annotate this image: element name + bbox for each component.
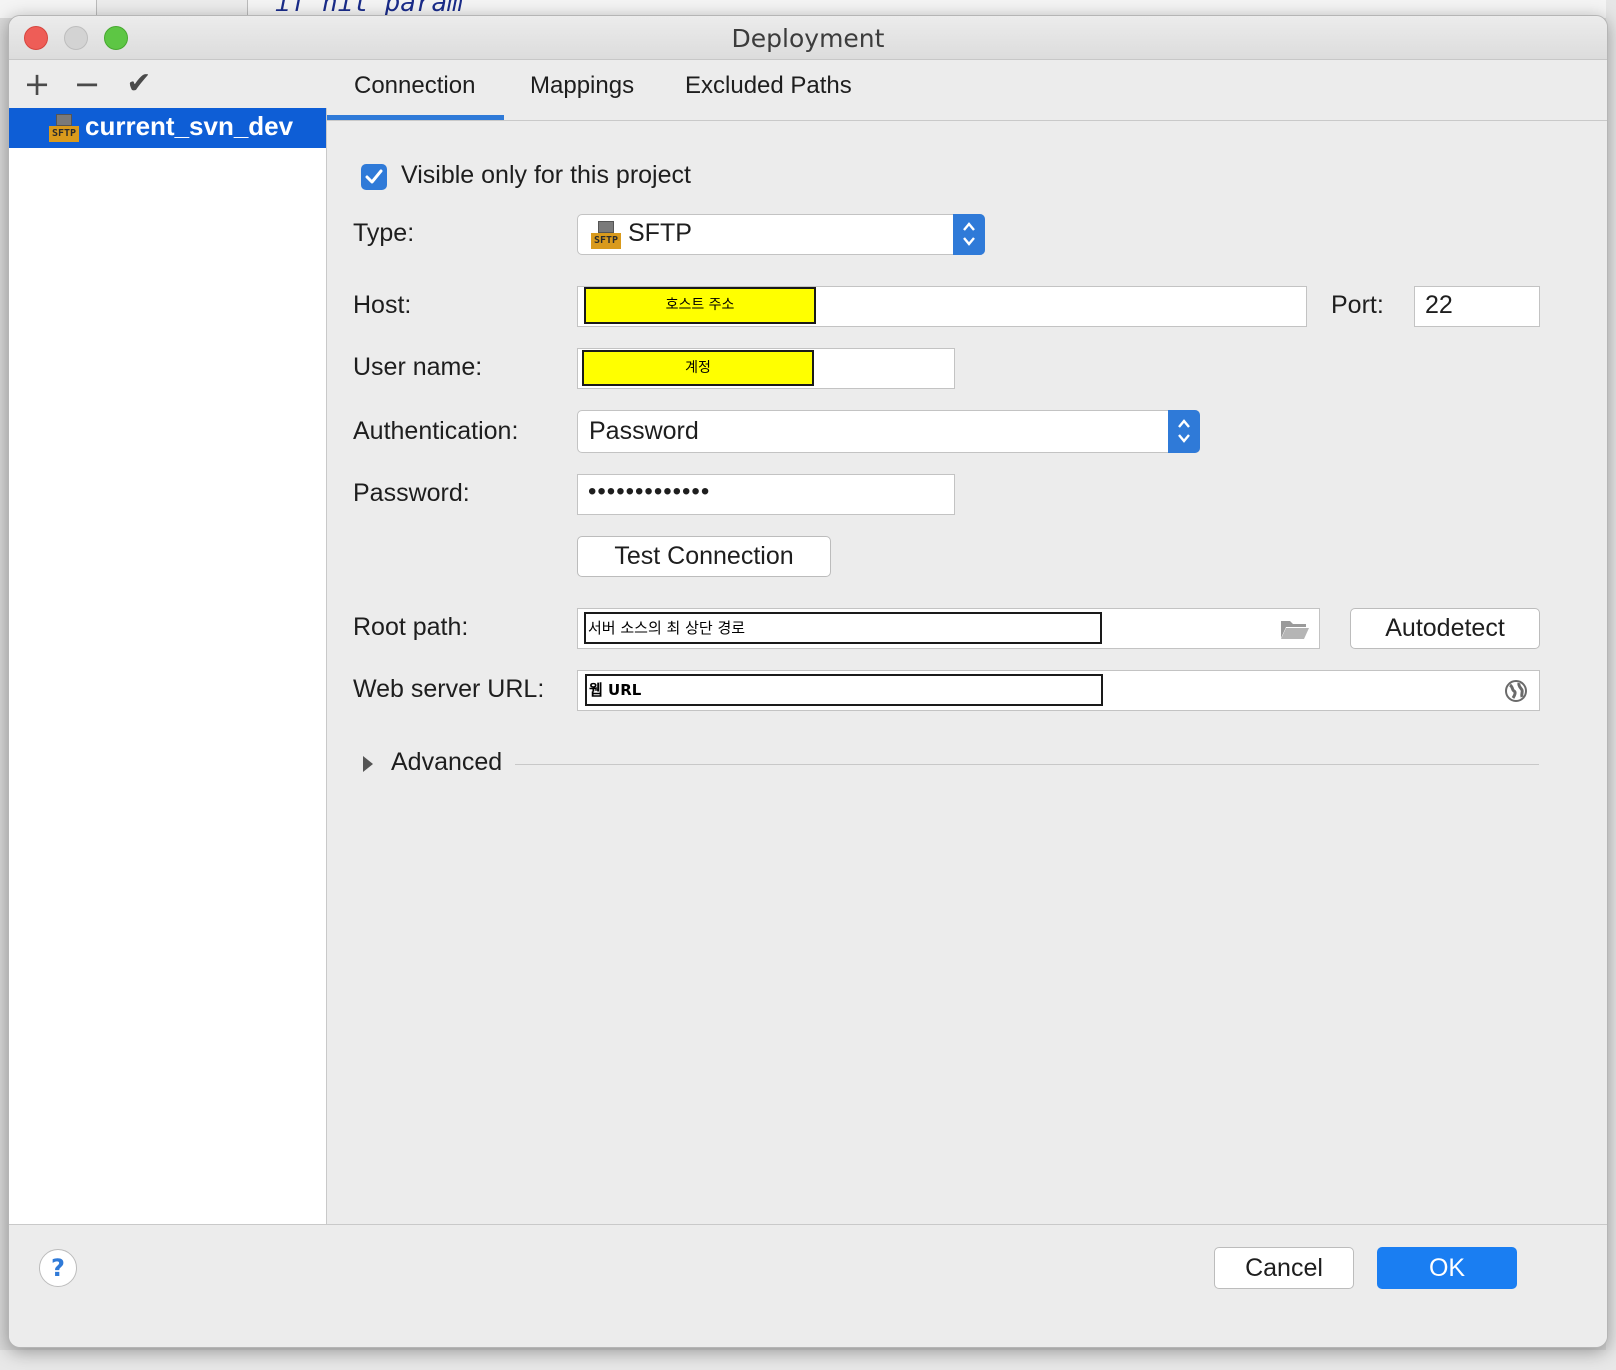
globe-icon[interactable] — [1504, 679, 1528, 703]
advanced-expand-icon[interactable] — [363, 756, 373, 772]
username-input[interactable]: 계정 — [577, 348, 955, 389]
web-url-label: Web server URL: — [353, 675, 545, 703]
host-label: Host: — [353, 291, 412, 319]
active-tab-indicator — [327, 115, 504, 120]
type-select-value: SFTP — [628, 219, 692, 247]
password-value: ••••••••••••• — [588, 478, 711, 505]
host-input[interactable]: 호스트 주소 — [577, 286, 1307, 327]
username-label: User name: — [353, 353, 483, 381]
title-bar: Deployment — [9, 16, 1607, 60]
sftp-type-icon-label: SFTP — [591, 233, 621, 249]
auth-label: Authentication: — [353, 417, 519, 445]
sftp-server-icon: SFTP — [49, 114, 79, 142]
advanced-divider — [515, 764, 1539, 765]
auth-select[interactable]: Password — [577, 410, 1200, 453]
ok-button[interactable]: OK — [1377, 1247, 1517, 1289]
web-url-value: 웹 URL — [585, 674, 1103, 706]
password-label: Password: — [353, 479, 470, 507]
window-title: Deployment — [731, 24, 885, 53]
web-url-input[interactable]: 웹 URL — [577, 670, 1540, 711]
sftp-icon-label: SFTP — [49, 126, 79, 142]
server-item-label: current_svn_dev — [85, 111, 294, 141]
port-input[interactable]: 22 — [1414, 286, 1540, 327]
add-server-button[interactable]: + — [19, 66, 55, 102]
server-list-panel: + − ✔ SFTP current_svn_dev — [9, 60, 327, 1275]
checkmark-icon — [365, 169, 383, 184]
sftp-type-icon: SFTP — [591, 221, 621, 249]
dialog-footer: ? Cancel OK — [9, 1224, 1607, 1347]
remove-server-button[interactable]: − — [69, 66, 105, 102]
tab-mappings[interactable]: Mappings — [530, 72, 634, 100]
set-default-check-icon[interactable]: ✔ — [121, 66, 157, 102]
server-item-current-svn-dev[interactable]: SFTP current_svn_dev — [9, 108, 326, 148]
visible-only-label: Visible only for this project — [401, 161, 691, 189]
deployment-dialog: Deployment + − ✔ SFTP current_svn_dev Co… — [8, 15, 1608, 1348]
select-stepper-icon — [953, 214, 985, 255]
select-stepper-icon — [1168, 410, 1200, 453]
auth-select-value: Password — [589, 417, 699, 445]
type-select[interactable]: SFTP SFTP — [577, 214, 985, 255]
host-value: 호스트 주소 — [584, 287, 816, 324]
settings-panel: Connection Mappings Excluded Paths Visib… — [327, 60, 1607, 1275]
background-bottom — [0, 1350, 1616, 1370]
folder-icon[interactable] — [1280, 618, 1310, 640]
root-path-input[interactable]: 서버 소스의 최 상단 경로 — [577, 608, 1320, 649]
server-list: SFTP current_svn_dev — [9, 108, 327, 1275]
server-list-toolbar: + − ✔ — [9, 60, 327, 108]
tab-connection[interactable]: Connection — [354, 72, 475, 100]
port-label: Port: — [1331, 291, 1384, 319]
port-value: 22 — [1425, 291, 1453, 319]
tab-bar: Connection Mappings Excluded Paths — [327, 60, 1607, 121]
visible-only-checkbox[interactable] — [361, 164, 387, 190]
password-input[interactable]: ••••••••••••• — [577, 474, 955, 515]
test-connection-button[interactable]: Test Connection — [577, 536, 831, 577]
advanced-section-label[interactable]: Advanced — [391, 748, 502, 777]
root-path-value: 서버 소스의 최 상단 경로 — [584, 612, 1102, 644]
username-value: 계정 — [582, 350, 814, 386]
autodetect-button[interactable]: Autodetect — [1350, 608, 1540, 649]
root-path-label: Root path: — [353, 613, 469, 641]
cancel-button[interactable]: Cancel — [1214, 1247, 1354, 1289]
type-label: Type: — [353, 219, 415, 247]
help-button[interactable]: ? — [39, 1249, 77, 1287]
tab-excluded-paths[interactable]: Excluded Paths — [685, 72, 852, 100]
